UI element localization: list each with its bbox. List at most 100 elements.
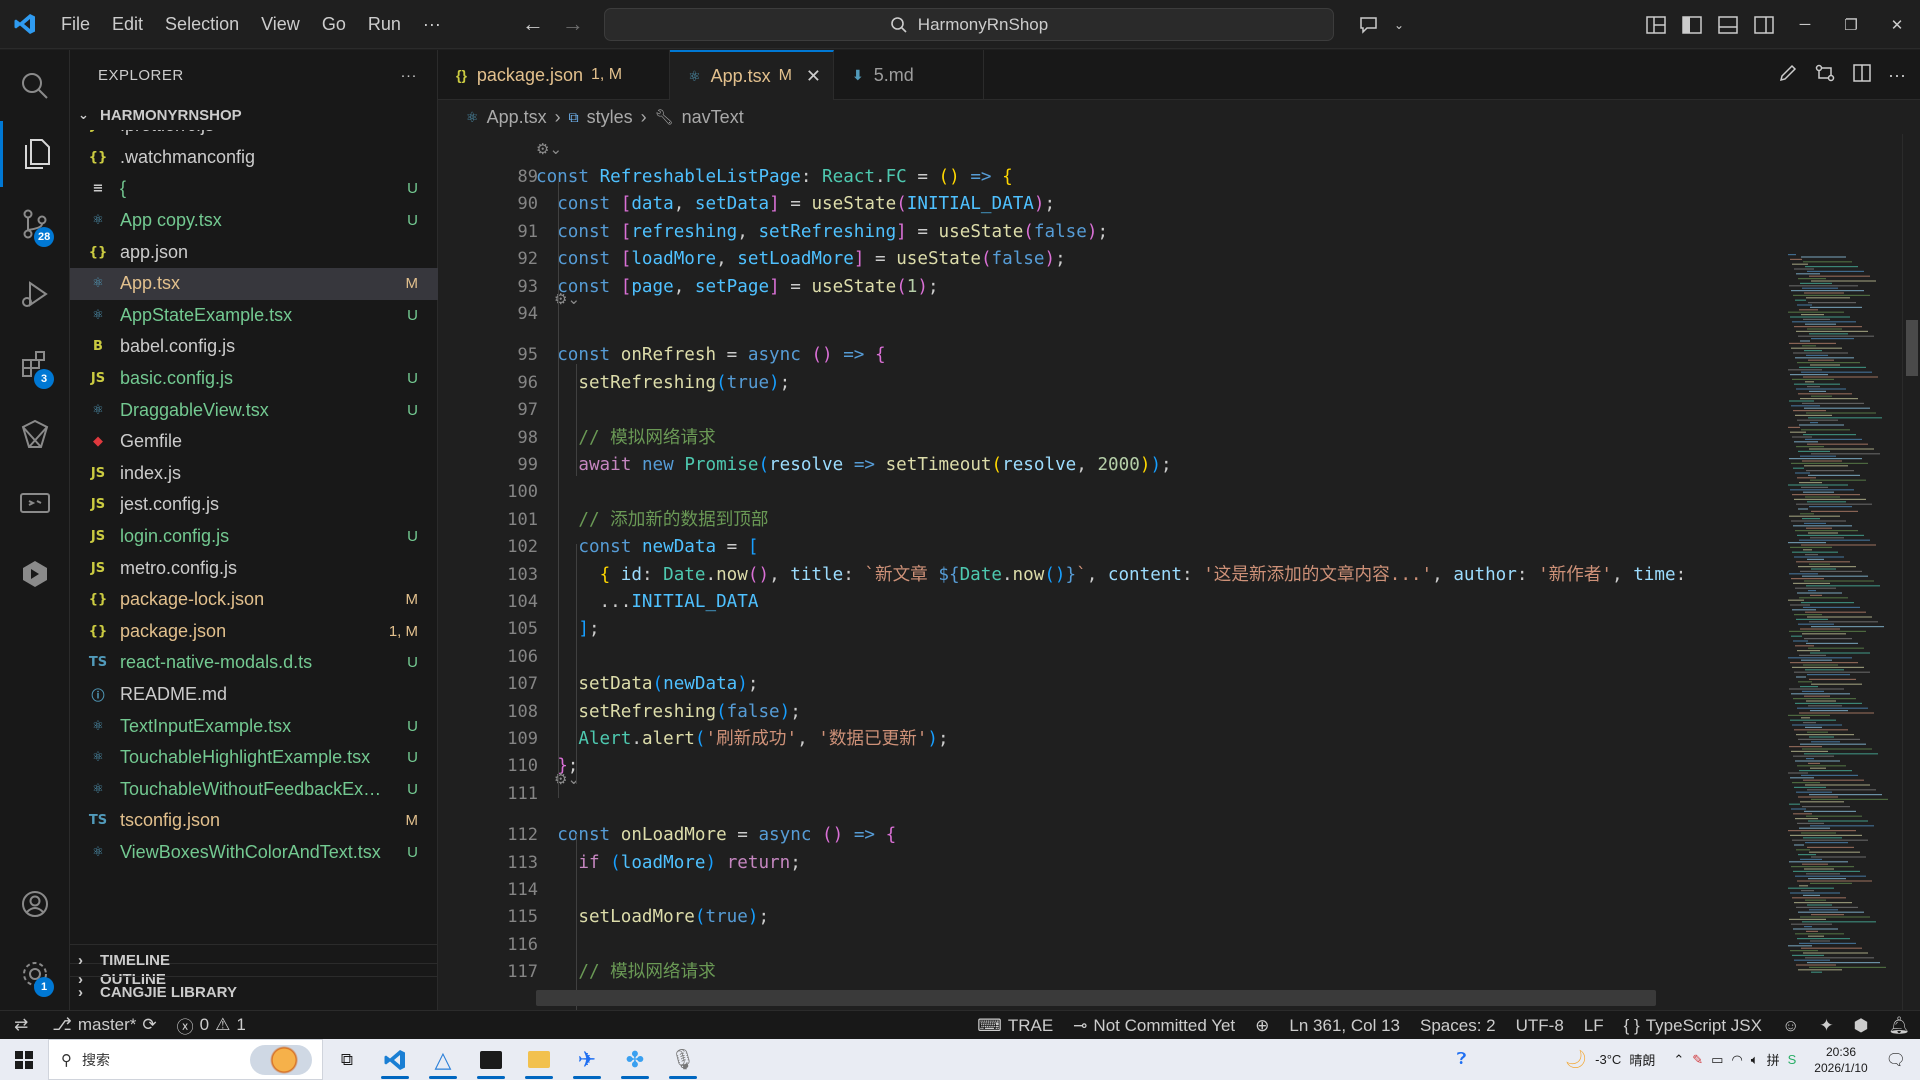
weather-temp[interactable]: -3°C xyxy=(1595,1052,1621,1067)
file-item[interactable]: ≡ {U xyxy=(70,173,438,205)
file-item[interactable]: ⚛ DraggableView.tsx U xyxy=(70,394,438,426)
activity-remote-explorer[interactable] xyxy=(0,471,70,537)
taskbar-search[interactable]: ⚲ 搜索 xyxy=(48,1039,323,1080)
close-window-icon[interactable]: ✕ xyxy=(1874,0,1920,49)
chevron-down-icon[interactable]: ⌄ xyxy=(1394,18,1404,32)
split-editor-icon[interactable] xyxy=(1852,63,1872,88)
code-line[interactable]: setLoadMore(true); xyxy=(536,904,1806,931)
file-item[interactable]: ⚛ App copy.tsx U xyxy=(70,205,438,237)
help-icon[interactable]: ❓︎ xyxy=(1457,1051,1467,1069)
code-line[interactable]: }; xyxy=(536,753,1806,780)
customize-layout-icon[interactable] xyxy=(1638,0,1674,49)
tab-app-tsx[interactable]: ⚛ App.tsx M ✕ xyxy=(670,50,834,100)
toggle-panel-icon[interactable] xyxy=(1710,0,1746,49)
menu-view[interactable]: View xyxy=(250,0,311,49)
taskbar-pinwheel[interactable]: ✤ xyxy=(611,1039,659,1080)
breadcrumb-file[interactable]: App.tsx xyxy=(487,107,547,128)
cangjie-status[interactable]: ✦ xyxy=(1809,1011,1843,1040)
end-of-line[interactable]: LF xyxy=(1574,1011,1614,1040)
file-item[interactable]: {} app.json xyxy=(70,236,438,268)
language-mode[interactable]: { } TypeScript JSX xyxy=(1614,1011,1772,1040)
indentation[interactable]: Spaces: 2 xyxy=(1410,1011,1506,1040)
menu-file[interactable]: File xyxy=(50,0,101,49)
problems-indicator[interactable]: ⓧ 0 ⚠ 1 xyxy=(167,1011,256,1040)
notification-center-icon[interactable]: 🗨︎ xyxy=(1886,1050,1920,1070)
menu-edit[interactable]: Edit xyxy=(101,0,154,49)
edit-pencil-icon[interactable] xyxy=(1778,63,1798,88)
file-item[interactable]: JS login.config.js U xyxy=(70,521,438,553)
codelens-icon[interactable]: ⚙⌄ xyxy=(536,140,562,158)
file-item[interactable]: TS tsconfig.json M xyxy=(70,805,438,837)
code-line[interactable] xyxy=(536,932,1806,959)
menu-run[interactable]: Run xyxy=(357,0,412,49)
code-line[interactable]: // 模拟网络请求 xyxy=(536,959,1806,986)
copilot-status[interactable]: ☺ xyxy=(1772,1011,1809,1040)
menu-selection[interactable]: Selection xyxy=(154,0,250,49)
code-line[interactable] xyxy=(536,781,1806,808)
activity-extensions[interactable]: 3 xyxy=(0,331,70,397)
horizontal-scrollbar[interactable] xyxy=(536,990,1656,1006)
file-item[interactable]: {} package.json 1, M xyxy=(70,616,438,648)
file-item[interactable]: ⚛ TouchableWithoutFeedbackExa... U xyxy=(70,774,438,806)
file-item[interactable]: ◆ Gemfile xyxy=(70,426,438,458)
scrollbar-thumb[interactable] xyxy=(1906,320,1918,376)
compare-changes-icon[interactable] xyxy=(1814,63,1836,88)
file-item[interactable]: TS react-native-modals.d.ts U xyxy=(70,647,438,679)
forward-arrow-icon[interactable]: → xyxy=(562,11,584,37)
code-line[interactable]: if (loadMore) return; xyxy=(536,850,1806,877)
minimize-icon[interactable]: ─ xyxy=(1782,0,1828,49)
activity-manage[interactable]: 1 xyxy=(0,941,70,1007)
file-item[interactable]: ⚛ TouchableHighlightExample.tsx U xyxy=(70,742,438,774)
code-line[interactable]: const newData = [ xyxy=(536,534,1806,561)
taskbar-terminal[interactable] xyxy=(467,1039,515,1080)
close-icon[interactable]: ✕ xyxy=(806,66,821,87)
menu-more[interactable]: ··· xyxy=(412,0,452,49)
toggle-secondary-sidebar-icon[interactable] xyxy=(1746,0,1782,49)
activity-run-debug[interactable] xyxy=(0,261,70,327)
activity-source-control[interactable]: 28 xyxy=(0,191,70,257)
code-line[interactable] xyxy=(536,397,1806,424)
file-item[interactable]: JS basic.config.js U xyxy=(70,363,438,395)
wechat-icon[interactable]: S xyxy=(1788,1052,1797,1067)
toggle-primary-sidebar-icon[interactable] xyxy=(1674,0,1710,49)
section-timeline[interactable]: › TIMELINE xyxy=(70,944,438,975)
file-item[interactable]: ⚛ App.tsx M xyxy=(70,268,438,300)
file-item[interactable]: JS .prettierrc.js xyxy=(70,130,438,142)
activity-cangjie[interactable] xyxy=(0,401,70,467)
input-method-icon[interactable]: 拼 xyxy=(1767,1050,1780,1069)
taskbar-microphone[interactable]: 🎙︎ xyxy=(659,1039,707,1080)
file-item[interactable]: JS index.js xyxy=(70,458,438,490)
section-cangjie-library[interactable]: › CANGJIE LIBRARY xyxy=(70,976,438,1007)
taskbar-deveco[interactable]: △ xyxy=(419,1039,467,1080)
remote-indicator[interactable]: ⇄ xyxy=(0,1011,42,1040)
code-line[interactable]: const [refreshing, setRefreshing] = useS… xyxy=(536,219,1806,246)
pen-tray-icon[interactable]: ✎ xyxy=(1692,1052,1703,1068)
taskbar-file-explorer[interactable] xyxy=(515,1039,563,1080)
file-item[interactable]: JS jest.config.js xyxy=(70,489,438,521)
file-item[interactable]: ⚛ AppStateExample.tsx U xyxy=(70,300,438,332)
tab-5-md[interactable]: ⬇ 5.md xyxy=(834,50,984,100)
tray-overflow-chevron-icon[interactable]: ⌃ xyxy=(1673,1052,1684,1068)
code-line[interactable]: setRefreshing(true); xyxy=(536,370,1806,397)
start-button[interactable] xyxy=(0,1039,48,1080)
code-line[interactable] xyxy=(536,301,1806,328)
code-line[interactable]: await new Promise(resolve => setTimeout(… xyxy=(536,452,1806,479)
code-line[interactable] xyxy=(536,479,1806,506)
git-blame-status[interactable]: ⊸ Not Committed Yet xyxy=(1063,1011,1245,1040)
file-item[interactable]: ⚛ TextInputExample.tsx U xyxy=(70,710,438,742)
file-item[interactable]: {} package-lock.json M xyxy=(70,584,438,616)
file-item[interactable]: ⓘ README.md xyxy=(70,679,438,711)
wifi-icon[interactable]: ◠ xyxy=(1731,1052,1742,1068)
back-arrow-icon[interactable]: ← xyxy=(522,11,544,37)
activity-search[interactable] xyxy=(0,53,70,119)
code-line[interactable]: ]; xyxy=(536,616,1806,643)
activity-trae[interactable] xyxy=(0,541,70,607)
breadcrumb-navtext[interactable]: navText xyxy=(682,107,744,128)
code-line[interactable] xyxy=(536,877,1806,904)
code-line[interactable]: const onLoadMore = async () => { xyxy=(536,822,1806,849)
code-editor[interactable]: ⚙⌄ 89 const RefreshableListPage: React.FC … xyxy=(438,134,1920,1010)
volume-icon[interactable]: 🔈︎ xyxy=(1751,1052,1759,1068)
file-item[interactable]: JS metro.config.js xyxy=(70,552,438,584)
explorer-more-actions[interactable]: ··· xyxy=(401,67,418,84)
code-line[interactable]: Alert.alert('刷新成功', '数据已更新'); xyxy=(536,726,1806,753)
